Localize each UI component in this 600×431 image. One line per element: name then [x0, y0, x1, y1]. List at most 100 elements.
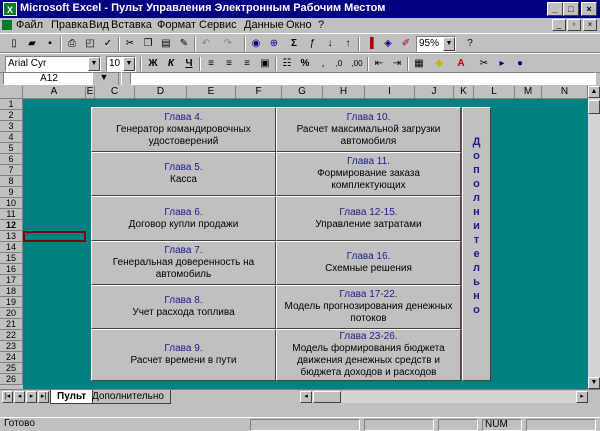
minimize-icon[interactable]: _: [547, 2, 563, 16]
merge-center-icon[interactable]: ▣: [257, 57, 273, 71]
column-header[interactable]: K: [454, 86, 474, 99]
row-header[interactable]: 22: [0, 330, 23, 341]
row-header[interactable]: 11: [0, 209, 23, 220]
scroll-right-icon[interactable]: ▸: [576, 391, 588, 403]
chevron-down-icon[interactable]: ▼: [96, 72, 112, 85]
scroll-thumb[interactable]: [588, 100, 600, 114]
print-preview-icon[interactable]: ◰: [82, 37, 98, 51]
increase-decimal-icon[interactable]: ,0: [331, 57, 347, 71]
chart-wizard-icon[interactable]: ▐: [362, 37, 378, 51]
menu-data[interactable]: Данные: [244, 19, 284, 31]
column-header[interactable]: G: [282, 86, 323, 99]
print-icon[interactable]: ⎙: [64, 37, 80, 51]
chevron-down-icon[interactable]: ▼: [123, 57, 135, 71]
row-header[interactable]: 10: [0, 198, 23, 209]
doc-restore-icon[interactable]: ▫: [567, 19, 581, 31]
column-header[interactable]: D: [135, 86, 187, 99]
chevron-down-icon[interactable]: ▼: [443, 37, 455, 51]
paste-icon[interactable]: ▤: [158, 37, 174, 51]
drawing-tools-icon[interactable]: ✂: [476, 57, 492, 71]
menu-format[interactable]: Формат: [157, 19, 196, 31]
last-sheet-icon[interactable]: ▸|: [38, 391, 49, 403]
menu-window[interactable]: Окно: [286, 19, 312, 31]
row-header[interactable]: 9: [0, 187, 23, 198]
scroll-left-icon[interactable]: ◂: [300, 391, 312, 403]
web-icon[interactable]: ◉: [248, 37, 264, 51]
chapter-button-11[interactable]: Глава 11. Формирование заказа комплектую…: [276, 152, 461, 196]
menu-help[interactable]: ?: [318, 19, 324, 31]
column-header[interactable]: E: [86, 86, 95, 99]
active-cell[interactable]: [23, 231, 86, 242]
column-header[interactable]: C: [95, 86, 135, 99]
chapter-button-16[interactable]: Глава 16. Схемные решения: [276, 241, 461, 285]
row-header[interactable]: 14: [0, 242, 23, 253]
row-header[interactable]: 13: [0, 231, 23, 242]
column-header[interactable]: I: [365, 86, 415, 99]
record-icon[interactable]: ●: [512, 57, 528, 71]
comma-style-icon[interactable]: ,: [315, 57, 331, 71]
zoom-select[interactable]: 95% ▼: [416, 36, 456, 52]
map-icon[interactable]: ◈: [380, 37, 396, 51]
next-sheet-icon[interactable]: ▸: [26, 391, 37, 403]
sort-descending-icon[interactable]: ↑: [340, 37, 356, 51]
close-icon[interactable]: ×: [581, 2, 597, 16]
decrease-indent-icon[interactable]: ⇤: [371, 57, 387, 71]
new-icon[interactable]: ▯: [6, 37, 22, 51]
underline-icon[interactable]: Ч: [181, 57, 197, 71]
currency-icon[interactable]: ☷: [279, 57, 295, 71]
menu-view[interactable]: Вид: [89, 19, 109, 31]
format-painter-icon[interactable]: ✎: [176, 37, 192, 51]
row-header[interactable]: 24: [0, 352, 23, 363]
menu-insert[interactable]: Вставка: [111, 19, 152, 31]
function-icon[interactable]: ƒ: [304, 37, 320, 51]
prev-sheet-icon[interactable]: ◂: [14, 391, 25, 403]
chapter-button-5[interactable]: Глава 5. Касса: [91, 152, 276, 196]
align-right-icon[interactable]: ≡: [239, 57, 255, 71]
borders-icon[interactable]: ▦: [411, 57, 427, 71]
chapter-button-9[interactable]: Глава 9. Расчет времени в пути: [91, 329, 276, 381]
column-header[interactable]: L: [474, 86, 515, 99]
font-select[interactable]: Arial Cyr ▼: [5, 56, 101, 72]
column-header[interactable]: N: [542, 86, 588, 99]
chapter-button-6[interactable]: Глава 6. Договор купли продажи: [91, 196, 276, 241]
row-header[interactable]: 6: [0, 154, 23, 165]
font-size-select[interactable]: 10 ▼: [106, 56, 136, 72]
increase-indent-icon[interactable]: ⇥: [389, 57, 405, 71]
spelling-icon[interactable]: ✓: [100, 37, 116, 51]
name-box[interactable]: A12: [3, 72, 93, 85]
formula-input[interactable]: [130, 72, 596, 85]
column-header[interactable]: F: [236, 86, 282, 99]
horizontal-scrollbar[interactable]: ◂ ▸: [300, 391, 588, 403]
sort-ascending-icon[interactable]: ↓: [322, 37, 338, 51]
office-assistant-icon[interactable]: ?: [462, 37, 478, 51]
chapter-button-10[interactable]: Глава 10. Расчет максимальной загрузки а…: [276, 107, 461, 152]
row-header-active[interactable]: 12: [0, 220, 23, 231]
menu-tools[interactable]: Сервис: [199, 19, 237, 31]
chapter-button-23-26[interactable]: Глава 23-26. Модель формирования бюджета…: [276, 329, 461, 381]
select-all-button[interactable]: [0, 86, 23, 99]
row-header[interactable]: 23: [0, 341, 23, 352]
autosum-icon[interactable]: Σ: [286, 37, 302, 51]
menu-edit[interactable]: Правка: [51, 19, 88, 31]
fill-color-icon[interactable]: ◆: [431, 57, 447, 71]
row-header[interactable]: 7: [0, 165, 23, 176]
row-header[interactable]: 8: [0, 176, 23, 187]
hyperlink-icon[interactable]: ⊕: [266, 37, 282, 51]
doc-minimize-icon[interactable]: _: [552, 19, 566, 31]
column-header[interactable]: H: [323, 86, 365, 99]
cut-icon[interactable]: ✂: [122, 37, 138, 51]
row-header[interactable]: 15: [0, 253, 23, 264]
row-header[interactable]: 21: [0, 319, 23, 330]
document-icon[interactable]: [2, 20, 12, 30]
row-header[interactable]: 3: [0, 121, 23, 132]
row-header[interactable]: 17: [0, 275, 23, 286]
vertical-scrollbar[interactable]: ▲ ▼: [588, 86, 600, 389]
row-header[interactable]: 4: [0, 132, 23, 143]
align-center-icon[interactable]: ≡: [221, 57, 237, 71]
decrease-decimal-icon[interactable]: ,00: [349, 57, 365, 71]
copy-icon[interactable]: ❐: [140, 37, 156, 51]
doc-close-icon[interactable]: ×: [583, 19, 597, 31]
chapter-button-8[interactable]: Глава 8. Учет расхода топлива: [91, 285, 276, 329]
row-header[interactable]: 20: [0, 308, 23, 319]
column-header[interactable]: M: [515, 86, 542, 99]
